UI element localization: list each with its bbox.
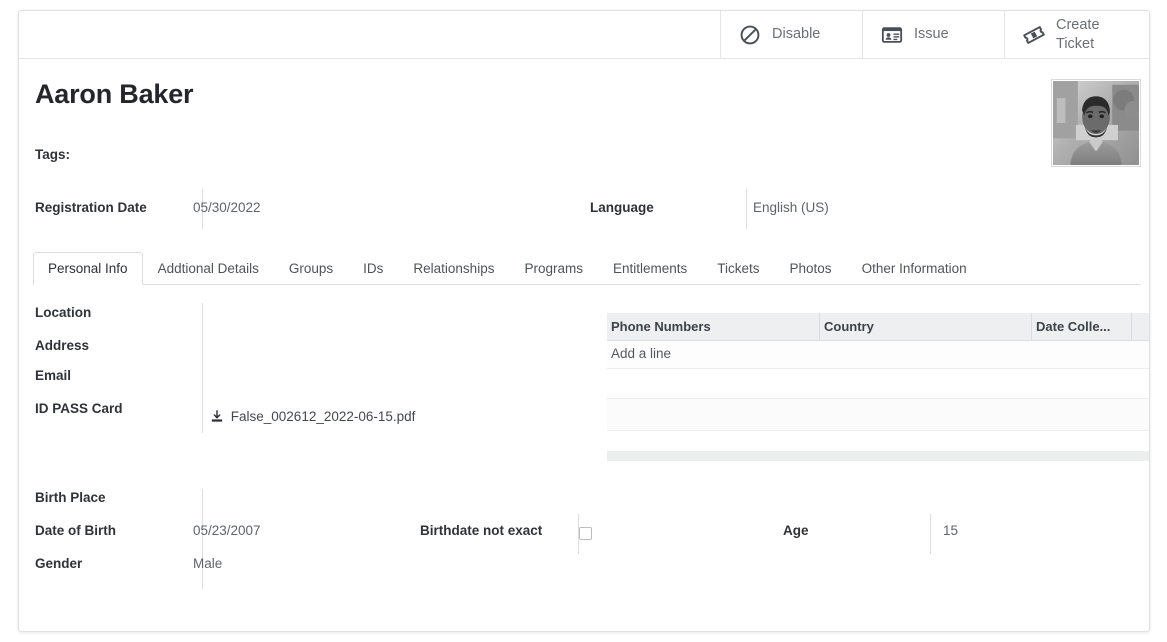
screen-canvas: Disable Issue Create Ticket Aaron Baker … [0, 0, 1167, 642]
download-icon [211, 410, 223, 422]
column-header-actions [1132, 313, 1149, 340]
registration-date-label: Registration Date [35, 200, 147, 215]
tab-addtional-details[interactable]: Addtional Details [143, 252, 274, 285]
table-header-row: Phone Numbers Country Date Colle... [607, 313, 1149, 341]
field-divider [202, 489, 203, 589]
gender-label: Gender [35, 556, 83, 571]
phone-numbers-table: Phone Numbers Country Date Colle... Add … [607, 313, 1149, 461]
ban-circle-icon [740, 25, 760, 44]
language-label: Language [590, 200, 654, 215]
add-a-line-row[interactable]: Add a line [607, 341, 1149, 369]
column-header-phone-numbers[interactable]: Phone Numbers [607, 313, 820, 340]
create-ticket-button-label: Create Ticket [1056, 17, 1100, 52]
table-row [607, 369, 1149, 399]
location-label: Location [35, 305, 92, 320]
issue-button[interactable]: Issue [862, 11, 1004, 58]
add-a-line-label: Add a line [611, 346, 672, 361]
tab-relationships[interactable]: Relationships [398, 252, 509, 285]
birthdate-not-exact-label: Birthdate not exact [420, 523, 543, 538]
field-divider [930, 514, 931, 554]
birth-place-label: Birth Place [35, 490, 106, 505]
disable-button[interactable]: Disable [720, 11, 862, 58]
gender-value[interactable]: Male [193, 556, 222, 571]
column-header-country[interactable]: Country [820, 313, 1032, 340]
tab-ids[interactable]: IDs [348, 252, 398, 285]
field-divider [202, 303, 203, 433]
age-label: Age [783, 523, 809, 538]
language-value[interactable]: English (US) [753, 200, 829, 215]
birthdate-not-exact-checkbox[interactable] [579, 527, 592, 540]
tags-label: Tags: [35, 147, 71, 162]
table-footer-bar [607, 451, 1149, 461]
field-divider [746, 189, 747, 229]
address-label: Address [35, 338, 90, 353]
ticket-icon [1023, 25, 1045, 44]
page-title: Aaron Baker [35, 79, 194, 109]
tab-entitlements[interactable]: Entitlements [598, 252, 702, 285]
tab-personal-info[interactable]: Personal Info [33, 252, 143, 285]
id-pass-card-label: ID PASS Card [35, 401, 123, 416]
person-detail-card: Disable Issue Create Ticket Aaron Baker … [18, 10, 1150, 632]
column-header-date-collected[interactable]: Date Colle... [1032, 313, 1132, 340]
summary-fields-row: Registration Date 05/30/2022 Language En… [19, 189, 1149, 229]
avatar [1051, 79, 1141, 167]
id-pass-card-file-link[interactable]: False_002612_2022-06-15.pdf [211, 409, 415, 424]
tab-photos[interactable]: Photos [775, 252, 847, 285]
create-ticket-button[interactable]: Create Ticket [1004, 11, 1149, 58]
issue-button-label: Issue [914, 26, 949, 43]
table-row [607, 399, 1149, 431]
tab-tickets[interactable]: Tickets [702, 252, 774, 285]
table-row [607, 431, 1149, 451]
tab-bar: Personal Info Addtional Details Groups I… [33, 251, 1141, 285]
registration-date-value[interactable]: 05/30/2022 [193, 200, 261, 215]
date-of-birth-value[interactable]: 05/23/2007 [193, 523, 261, 538]
id-card-icon [881, 26, 903, 43]
action-toolbar: Disable Issue Create Ticket [19, 11, 1149, 59]
date-of-birth-label: Date of Birth [35, 523, 116, 538]
tab-other-information[interactable]: Other Information [847, 252, 982, 285]
disable-button-label: Disable [772, 26, 821, 43]
tab-groups[interactable]: Groups [274, 252, 348, 285]
tab-programs[interactable]: Programs [509, 252, 598, 285]
email-label: Email [35, 368, 72, 383]
age-value[interactable]: 15 [943, 523, 958, 538]
id-pass-card-file-name: False_002612_2022-06-15.pdf [230, 409, 416, 424]
avatar-photo [1053, 81, 1139, 165]
